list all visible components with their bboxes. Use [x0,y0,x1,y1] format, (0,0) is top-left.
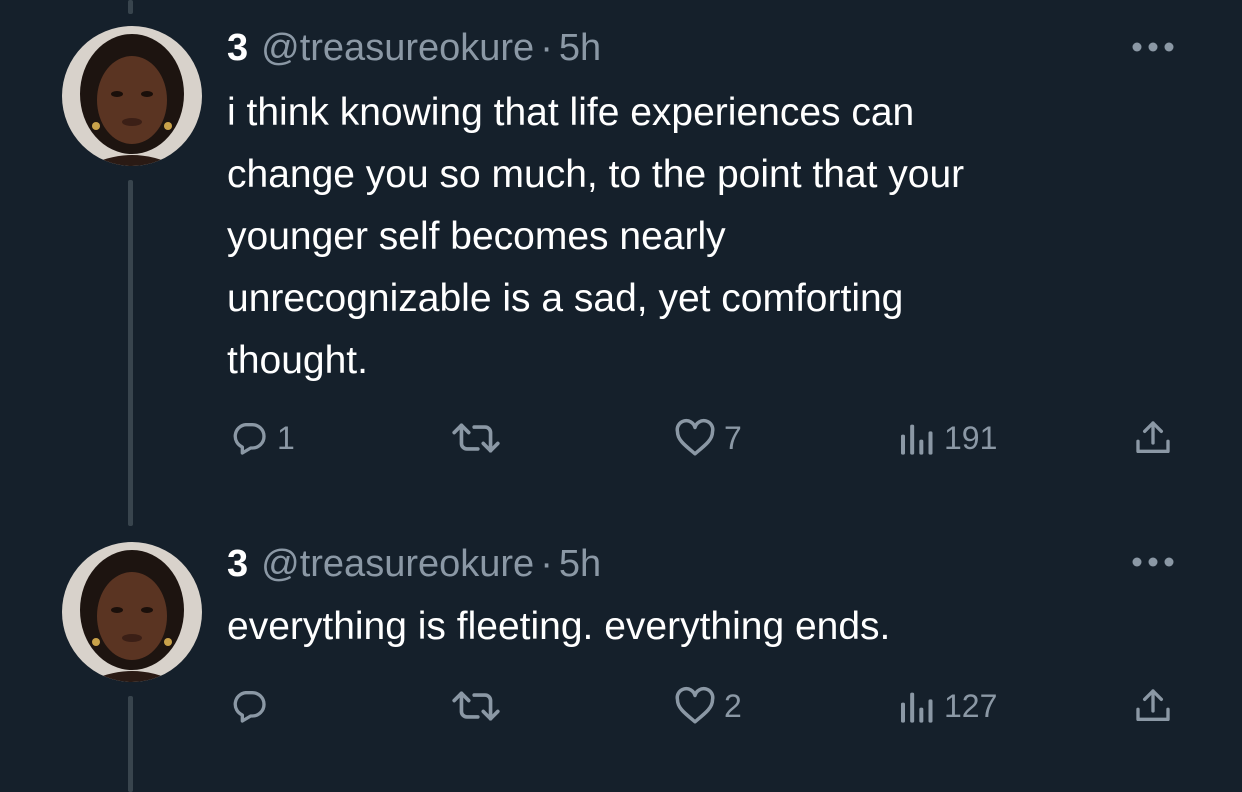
like-button[interactable]: 7 [674,418,742,458]
more-options-button[interactable] [1128,32,1178,62]
user-handle[interactable]: @treasureokure [261,543,534,586]
heart-outline-icon [675,418,715,456]
retweet-arrows-icon [452,691,500,721]
display-name[interactable]: 3 [227,27,248,70]
like-count: 7 [724,419,742,456]
avatar[interactable] [62,26,202,166]
share-button[interactable] [1133,418,1173,458]
share-button[interactable] [1133,686,1173,726]
share-upload-icon [1136,689,1170,721]
more-horizontal-icon [1132,557,1174,567]
bar-chart-icon [901,692,933,723]
tweet-text: everything is fleeting. everything ends. [227,605,891,648]
more-horizontal-icon [1132,42,1174,52]
like-button[interactable]: 2 [674,686,742,726]
views-count: 191 [944,419,998,456]
separator-dot: · [540,26,553,69]
user-handle[interactable]: @treasureokure [261,27,534,70]
like-count: 2 [724,687,742,724]
retweet-button[interactable] [448,418,512,458]
timestamp[interactable]: 5h [559,27,601,70]
reply-button[interactable]: 1 [229,418,295,458]
more-options-button[interactable] [1128,547,1178,577]
heart-outline-icon [675,686,715,724]
reply-bubble-icon [233,691,266,723]
views-button[interactable]: 191 [896,418,997,458]
retweet-button[interactable] [448,686,512,726]
thread-line-top [128,0,133,14]
reply-button[interactable] [229,686,277,726]
thread-line-middle [128,180,133,526]
retweet-arrows-icon [452,423,500,453]
timestamp[interactable]: 5h [559,543,601,586]
tweet-header: 3 @treasureokure · 5h [227,540,601,588]
views-button[interactable]: 127 [896,686,997,726]
tweet-header: 3 @treasureokure · 5h [227,24,601,72]
thread-line-bottom [128,696,133,792]
reply-bubble-icon [233,423,266,455]
reply-count: 1 [277,419,295,456]
separator-dot: · [540,542,553,585]
bar-chart-icon [901,424,933,455]
share-upload-icon [1136,421,1170,453]
avatar[interactable] [62,542,202,682]
views-count: 127 [944,687,998,724]
display-name[interactable]: 3 [227,543,248,586]
tweet-text: i think knowing that life experiences ca… [227,91,965,382]
